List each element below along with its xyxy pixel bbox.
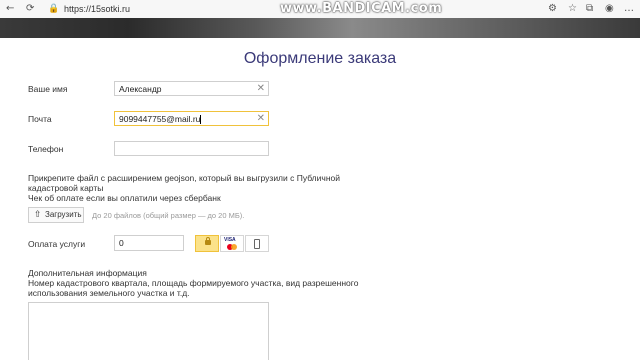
email-input[interactable]: 9099447755@mail.ru ✕ [114,111,269,126]
text-caret [200,115,202,125]
more-icon[interactable]: … [624,2,634,16]
attach-note-line3: Чек об оплате если вы оплатили через сбе… [28,193,221,203]
name-input[interactable]: Александр ✕ [114,81,269,96]
phone-label: Телефон [28,144,64,154]
refresh-icon[interactable]: ⟳ [26,2,34,16]
phone-icon [254,239,260,249]
url-text: https://15sotki.ru [64,4,131,14]
name-value: Александр [119,84,162,94]
lock-icon: 🔒 [48,4,60,14]
page-title: Оформление заказа [243,50,397,67]
extension-icon[interactable]: ⚙ [548,2,557,16]
upload-button[interactable]: ⇧ Загрузить [28,207,84,223]
lock-icon [205,237,211,245]
name-label: Ваше имя [28,84,68,94]
payment-method-card[interactable]: VISA [220,235,244,252]
browser-toolbar: ← ⟳ 🔒 https://15sotki.ru www.BANDICAM.co… [0,0,640,19]
attach-note-line1: Прикрепите файл с расширением geojson, к… [28,173,340,183]
collections-icon[interactable]: ⧉ [586,2,593,16]
additional-title: Дополнительная информация [28,268,147,278]
upload-label: Загрузить [45,210,82,219]
payment-amount-value: 0 [119,238,124,248]
email-label: Почта [28,114,52,124]
additional-hint-line2: использования земельного участка и т.д. [28,288,190,298]
phone-input[interactable] [114,141,269,156]
favorite-star-icon[interactable]: ☆ [568,2,577,16]
back-icon[interactable]: ← [6,2,14,16]
attach-note-line2: кадастровой карты [28,183,104,193]
payment-amount-input[interactable]: 0 [114,235,184,251]
upload-hint: До 20 файлов (общий размер — до 20 МБ). [92,211,245,220]
clear-icon[interactable]: ✕ [257,113,265,125]
email-value: 9099447755@mail.ru [119,114,201,124]
profile-icon[interactable]: ◉ [605,2,614,16]
header-banner [0,18,640,38]
additional-hint-line1: Номер кадастрового квартала, площадь фор… [28,278,359,288]
upload-icon: ⇧ [34,210,42,220]
watermark: www.BANDICAM.com [280,1,443,16]
additional-info-textarea[interactable] [28,302,269,360]
payment-label: Оплата услуги [28,239,86,249]
clear-icon[interactable]: ✕ [257,83,265,95]
payment-method-phone[interactable] [245,235,269,252]
payment-method-lock[interactable] [195,235,219,252]
